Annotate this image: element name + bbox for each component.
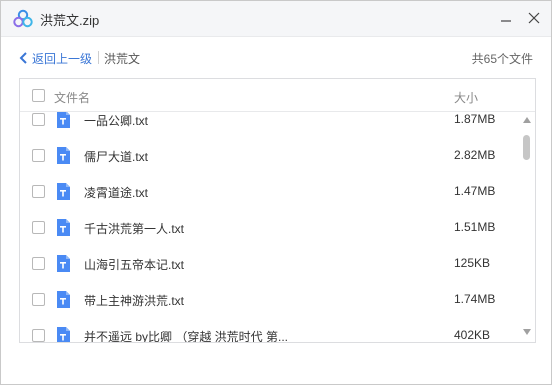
scroll-down-icon[interactable] [523, 329, 531, 335]
row-checkbox[interactable] [32, 293, 45, 306]
close-icon[interactable] [525, 9, 543, 27]
file-name: 凌霄道途.txt [84, 186, 149, 200]
file-size: 1.87MB [454, 112, 496, 126]
file-name: 并不遥远 by比卿 （穿越 洪荒时代 第... [84, 330, 289, 343]
file-count: 共65个文件 [471, 52, 533, 66]
window-title: 洪荒文.zip [40, 13, 100, 28]
scroll-up-icon[interactable] [523, 117, 531, 123]
back-button[interactable]: 返回上一级 [19, 49, 92, 67]
file-size: 1.51MB [454, 220, 496, 234]
file-name: 一品公卿.txt [84, 114, 149, 128]
file-size: 402KB [454, 328, 491, 342]
list-item[interactable]: 千古洪荒第一人.txt 1.51MB [20, 209, 520, 245]
file-size: 1.47MB [454, 184, 496, 198]
txt-file-icon [57, 327, 70, 342]
file-name: 千古洪荒第一人.txt [84, 222, 185, 236]
cloud-logo-icon [13, 9, 33, 28]
file-name: 山海引五帝本记.txt [84, 258, 185, 272]
file-size: 1.74MB [454, 292, 496, 306]
archive-preview-window: 洪荒文.zip 返回上一级 洪荒文 共65个文件 一品公卿.txt 1.87MB… [0, 0, 552, 385]
txt-file-icon [57, 291, 70, 308]
chevron-left-icon [19, 52, 27, 64]
list-header: 文件名 大小 [20, 79, 535, 112]
breadcrumb-current-folder: 洪荒文 [104, 52, 141, 66]
row-checkbox[interactable] [32, 185, 45, 198]
row-checkbox[interactable] [32, 329, 45, 342]
file-size: 125KB [454, 256, 491, 270]
list-item[interactable]: 山海引五帝本记.txt 125KB [20, 245, 520, 281]
list-item[interactable]: 凌霄道途.txt 1.47MB [20, 173, 520, 209]
file-name: 儒尸大道.txt [84, 150, 149, 164]
row-checkbox[interactable] [32, 257, 45, 270]
vertical-scrollbar[interactable] [520, 113, 534, 342]
list-item[interactable]: 儒尸大道.txt 2.82MB [20, 137, 520, 173]
txt-file-icon [57, 219, 70, 236]
txt-file-icon [57, 147, 70, 164]
row-checkbox[interactable] [32, 149, 45, 162]
file-size: 2.82MB [454, 148, 496, 162]
scroll-thumb[interactable] [523, 135, 530, 160]
txt-file-icon [57, 255, 70, 272]
column-header-size[interactable]: 大小 [454, 89, 478, 106]
breadcrumb-divider [98, 51, 99, 64]
row-checkbox[interactable] [32, 113, 45, 126]
txt-file-icon [57, 111, 70, 128]
column-header-name[interactable]: 文件名 [54, 89, 90, 106]
minimize-icon[interactable] [497, 9, 515, 27]
select-all-checkbox[interactable] [32, 89, 45, 102]
back-label: 返回上一级 [32, 51, 93, 66]
file-list-panel: 一品公卿.txt 1.87MB 儒尸大道.txt 2.82MB 凌霄道途.txt… [19, 78, 536, 343]
txt-file-icon [57, 183, 70, 200]
list-item[interactable]: 并不遥远 by比卿 （穿越 洪荒时代 第... 402KB [20, 317, 520, 343]
list-item[interactable]: 带上主神游洪荒.txt 1.74MB [20, 281, 520, 317]
row-checkbox[interactable] [32, 221, 45, 234]
title-bar: 洪荒文.zip [1, 1, 551, 37]
file-name: 带上主神游洪荒.txt [84, 294, 185, 308]
file-list: 一品公卿.txt 1.87MB 儒尸大道.txt 2.82MB 凌霄道途.txt… [20, 101, 520, 343]
